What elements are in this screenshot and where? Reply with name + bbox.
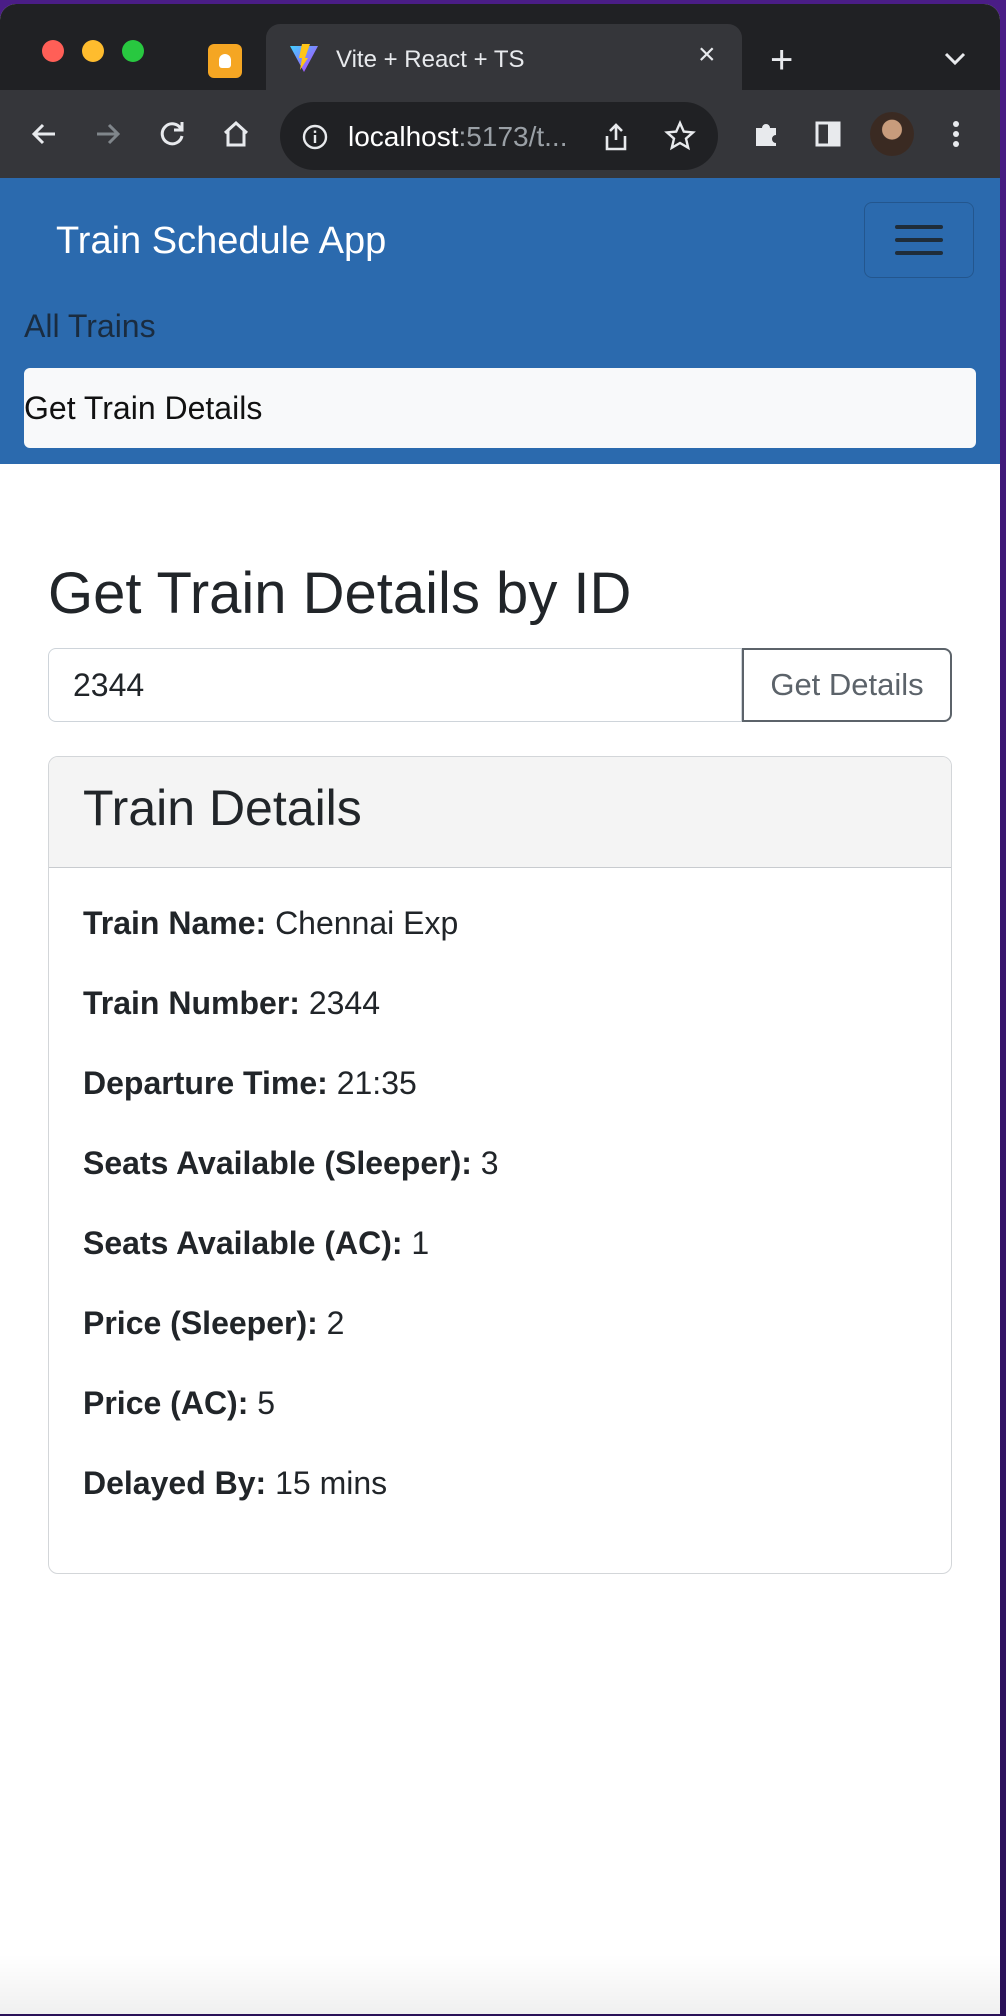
detail-row-departure-time: Departure Time: 21:35 xyxy=(83,1065,417,1101)
train-details-card: Train Details Train Name: Chennai Exp Tr… xyxy=(48,756,952,1574)
profile-avatar[interactable] xyxy=(870,112,914,156)
reload-icon[interactable] xyxy=(152,114,192,154)
page-title: Get Train Details by ID xyxy=(48,561,632,626)
detail-row-train-number: Train Number: 2344 xyxy=(83,985,380,1021)
detail-row-price-sleeper: Price (Sleeper): 2 xyxy=(83,1305,345,1341)
browser-window: Vite + React + TS × + localhost:5173/t..… xyxy=(0,4,1000,2014)
detail-row-train-name: Train Name: Chennai Exp xyxy=(83,905,459,941)
side-panel-icon[interactable] xyxy=(808,114,848,154)
navbar-brand[interactable]: Train Schedule App xyxy=(56,220,386,263)
new-tab-button[interactable]: + xyxy=(770,40,793,80)
back-icon[interactable] xyxy=(24,114,64,154)
extensions-puzzle-icon[interactable] xyxy=(746,114,786,154)
train-id-input[interactable] xyxy=(48,648,742,722)
close-window-button[interactable] xyxy=(42,40,64,62)
chevron-down-icon[interactable] xyxy=(940,46,970,72)
minimize-window-button[interactable] xyxy=(82,40,104,62)
tab-title: Vite + React + TS xyxy=(336,46,525,73)
get-details-button[interactable]: Get Details xyxy=(742,648,952,722)
tab-close-icon[interactable]: × xyxy=(698,40,716,70)
home-icon[interactable] xyxy=(216,114,256,154)
card-header: Train Details xyxy=(49,757,951,868)
pinned-tab-keep-icon[interactable] xyxy=(208,44,242,78)
nav-link-get-train-details[interactable]: Get Train Details xyxy=(24,368,976,448)
card-title: Train Details xyxy=(83,780,362,836)
detail-row-delayed-by: Delayed By: 15 mins xyxy=(83,1465,388,1501)
hamburger-menu-icon[interactable] xyxy=(864,202,974,278)
bottom-shadow xyxy=(0,1954,1000,2014)
detail-row-seats-ac: Seats Available (AC): 1 xyxy=(83,1225,430,1261)
forward-icon[interactable] xyxy=(88,114,128,154)
tab-strip: Vite + React + TS × + xyxy=(0,4,1000,94)
more-menu-icon[interactable] xyxy=(936,114,976,154)
url-text: localhost:5173/t... xyxy=(348,121,568,152)
vite-logo-icon xyxy=(290,44,318,72)
bookmark-star-icon[interactable] xyxy=(664,120,696,152)
zoom-window-button[interactable] xyxy=(122,40,144,62)
detail-row-price-ac: Price (AC): 5 xyxy=(83,1385,276,1421)
nav-link-all-trains[interactable]: All Trains xyxy=(24,308,156,345)
address-bar[interactable]: localhost:5173/t... xyxy=(280,102,718,170)
card-body: Train Name: Chennai Exp Train Number: 23… xyxy=(83,905,913,1545)
detail-row-seats-sleeper: Seats Available (Sleeper): 3 xyxy=(83,1145,499,1181)
site-info-icon[interactable] xyxy=(302,124,328,150)
browser-toolbar: localhost:5173/t... xyxy=(0,90,1000,178)
app-navbar: Train Schedule App All Trains Get Train … xyxy=(0,178,1000,464)
active-tab[interactable]: Vite + React + TS × xyxy=(266,24,742,94)
share-icon[interactable] xyxy=(602,122,630,152)
